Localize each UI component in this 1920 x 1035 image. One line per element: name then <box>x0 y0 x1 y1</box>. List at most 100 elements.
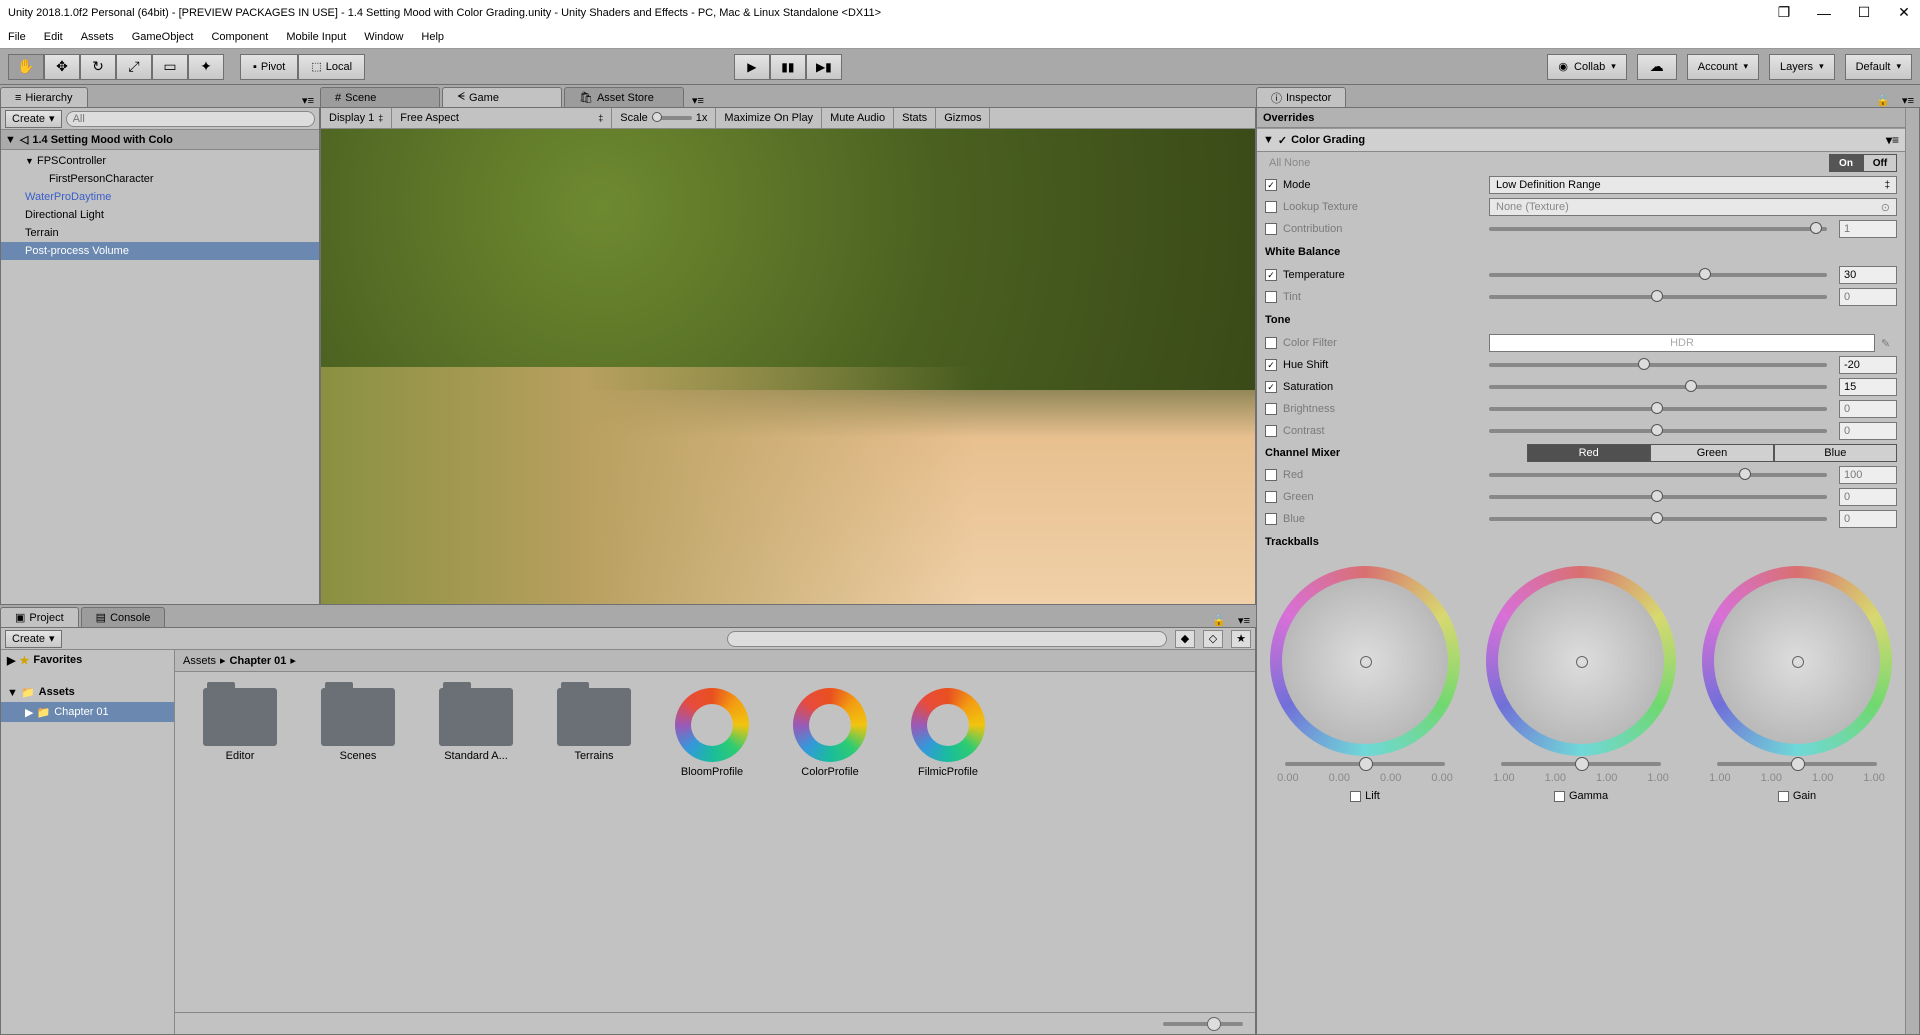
favorites-folder[interactable]: ▶ ★ Favorites <box>1 650 174 670</box>
move-tool[interactable]: ✥ <box>44 54 80 80</box>
trackball-slider[interactable] <box>1285 762 1445 766</box>
chapter-folder[interactable]: ▶ 📁 Chapter 01 <box>1 702 174 722</box>
color-wheel[interactable] <box>1486 566 1676 756</box>
panel-menu-icon[interactable]: ▾≡ <box>686 94 710 107</box>
slider[interactable] <box>1489 385 1827 389</box>
play-button[interactable]: ▶ <box>734 54 770 80</box>
step-button[interactable]: ▶▮ <box>806 54 842 80</box>
project-tab[interactable]: ▣ Project <box>0 607 79 627</box>
scene-header[interactable]: ▼ ◁ 1.4 Setting Mood with Colo <box>1 130 319 150</box>
inspector-scrollbar[interactable] <box>1905 108 1919 1034</box>
menu-window[interactable]: Window <box>364 31 403 43</box>
tree-item[interactable]: Directional Light <box>1 206 319 224</box>
override-checkbox[interactable] <box>1265 291 1277 303</box>
color-wheel[interactable] <box>1270 566 1460 756</box>
assetstore-tab[interactable]: 🛍 Asset Store <box>564 87 684 107</box>
stats-toggle[interactable]: Stats <box>894 108 936 128</box>
override-checkbox[interactable] <box>1265 469 1277 481</box>
scene-tab[interactable]: # Scene <box>320 87 440 107</box>
menu-file[interactable]: File <box>8 31 26 43</box>
filter-icon[interactable]: ◇ <box>1203 630 1223 648</box>
zoom-slider[interactable] <box>1163 1022 1243 1026</box>
override-checkbox[interactable]: ✓ <box>1265 179 1277 191</box>
slider[interactable] <box>1489 363 1827 367</box>
layers-button[interactable]: Layers <box>1769 54 1835 80</box>
maximize-icon[interactable]: ☐ <box>1856 5 1872 21</box>
scale-tool[interactable]: ⤢ <box>116 54 152 80</box>
slider[interactable] <box>1489 495 1827 499</box>
override-checkbox[interactable] <box>1554 791 1565 802</box>
override-checkbox[interactable] <box>1778 791 1789 802</box>
project-search[interactable] <box>727 631 1167 647</box>
value-input[interactable]: 0 <box>1839 400 1897 418</box>
rotate-tool[interactable]: ↻ <box>80 54 116 80</box>
display-dropdown[interactable]: Display 1 ‡ <box>321 108 392 128</box>
value-input[interactable]: 0 <box>1839 488 1897 506</box>
rect-tool[interactable]: ▭ <box>152 54 188 80</box>
asset-folder[interactable]: Editor <box>191 688 289 762</box>
override-checkbox[interactable]: ✓ <box>1265 381 1277 393</box>
aspect-dropdown[interactable]: Free Aspect ‡ <box>392 108 612 128</box>
breadcrumb-item[interactable]: Assets <box>183 655 216 667</box>
panel-menu-icon[interactable]: ▾≡ <box>296 94 320 107</box>
assets-folder[interactable]: ▼ 📁 Assets <box>1 682 174 702</box>
menu-assets[interactable]: Assets <box>81 31 114 43</box>
menu-help[interactable]: Help <box>421 31 444 43</box>
lock-icon[interactable]: 🔒 <box>1870 94 1896 107</box>
asset-profile[interactable]: BloomProfile <box>663 688 761 778</box>
channel-green[interactable]: Green <box>1650 444 1773 462</box>
asset-folder[interactable]: Scenes <box>309 688 407 762</box>
all-button[interactable]: All <box>1269 157 1281 169</box>
trackball-slider[interactable] <box>1717 762 1877 766</box>
off-button[interactable]: Off <box>1863 154 1897 172</box>
menu-mobileinput[interactable]: Mobile Input <box>286 31 346 43</box>
close-icon[interactable]: ✕ <box>1896 5 1912 21</box>
pivot-button[interactable]: ▪ Pivot <box>240 54 298 80</box>
asset-folder[interactable]: Terrains <box>545 688 643 762</box>
minimize-icon[interactable]: — <box>1816 5 1832 21</box>
channel-blue[interactable]: Blue <box>1774 444 1897 462</box>
asset-folder[interactable]: Standard A... <box>427 688 525 762</box>
value-input[interactable]: 100 <box>1839 466 1897 484</box>
account-button[interactable]: Account <box>1687 54 1759 80</box>
game-tab[interactable]: ᗕ Game <box>442 87 562 107</box>
component-header[interactable]: ▼ ✓ Color Grading ▾≡ <box>1257 128 1905 152</box>
menu-component[interactable]: Component <box>211 31 268 43</box>
mode-dropdown[interactable]: Low Definition Range <box>1489 176 1897 194</box>
transform-tool[interactable]: ✦ <box>188 54 224 80</box>
override-checkbox[interactable]: ✓ <box>1265 269 1277 281</box>
trackball-slider[interactable] <box>1501 762 1661 766</box>
layout-button[interactable]: Default <box>1845 54 1912 80</box>
pause-button[interactable]: ▮▮ <box>770 54 806 80</box>
override-checkbox[interactable]: ✓ <box>1265 359 1277 371</box>
on-button[interactable]: On <box>1829 154 1863 172</box>
hdr-color[interactable]: HDR <box>1489 334 1875 352</box>
slider[interactable] <box>1489 227 1827 231</box>
tree-item[interactable]: ▼FPSController <box>1 152 319 170</box>
filter-icon[interactable]: ◆ <box>1175 630 1195 648</box>
slider[interactable] <box>1489 429 1827 433</box>
tree-item-selected[interactable]: Post-process Volume <box>1 242 319 260</box>
override-checkbox[interactable] <box>1265 403 1277 415</box>
on-off-toggle[interactable]: On Off <box>1829 154 1897 172</box>
lock-icon[interactable]: 🔒 <box>1206 614 1232 627</box>
slider[interactable] <box>1489 295 1827 299</box>
override-checkbox[interactable] <box>1265 491 1277 503</box>
value-input[interactable]: 0 <box>1839 288 1897 306</box>
value-input[interactable]: 30 <box>1839 266 1897 284</box>
value-input[interactable]: 0 <box>1839 510 1897 528</box>
console-tab[interactable]: ▤ Console <box>81 607 166 627</box>
color-wheel[interactable] <box>1702 566 1892 756</box>
game-view[interactable] <box>320 129 1256 605</box>
value-input[interactable]: 15 <box>1839 378 1897 396</box>
override-checkbox[interactable] <box>1350 791 1361 802</box>
enable-checkbox[interactable]: ✓ <box>1278 134 1287 147</box>
breadcrumb-item[interactable]: Chapter 01 <box>230 655 287 667</box>
tree-item[interactable]: Terrain <box>1 224 319 242</box>
lut-field[interactable]: None (Texture)⊙ <box>1489 198 1897 216</box>
override-checkbox[interactable] <box>1265 425 1277 437</box>
gizmos-dropdown[interactable]: Gizmos <box>936 108 990 128</box>
hierarchy-search[interactable] <box>66 111 315 127</box>
menu-edit[interactable]: Edit <box>44 31 63 43</box>
panel-menu-icon[interactable]: ▾≡ <box>1896 94 1920 107</box>
